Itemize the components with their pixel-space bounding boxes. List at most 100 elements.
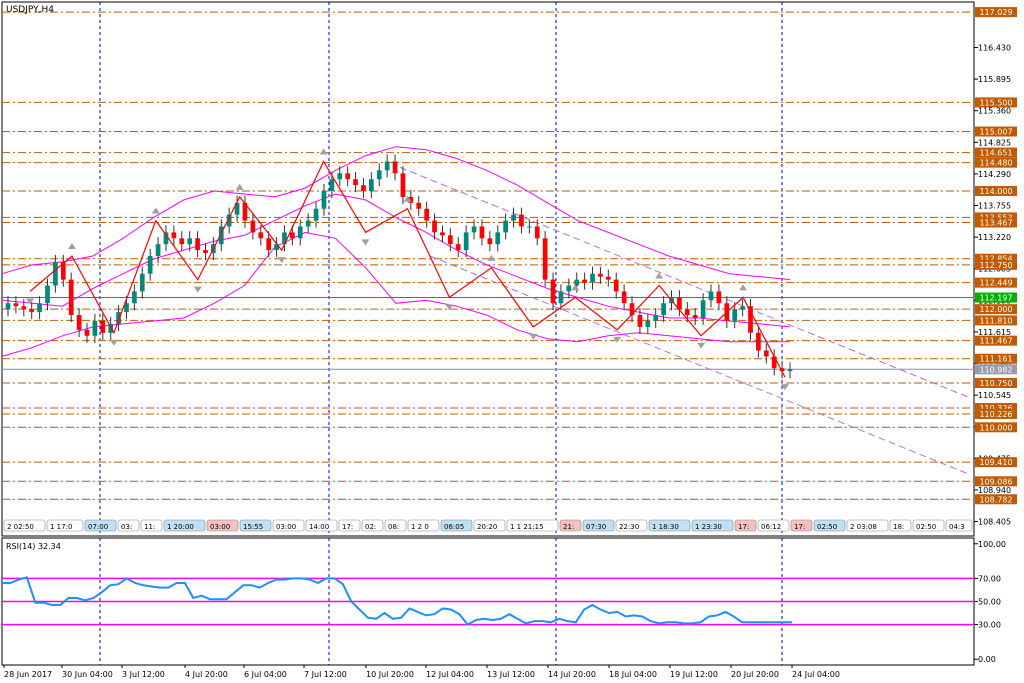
- bear-candle: [550, 279, 556, 304]
- level-label: 114.000: [979, 187, 1012, 196]
- bull-candle: [700, 300, 706, 319]
- bull-candle: [732, 309, 738, 321]
- time-strip-label: 03:: [121, 523, 132, 531]
- bear-candle: [432, 220, 437, 233]
- bull-candle: [5, 303, 11, 310]
- bull-candle: [526, 226, 532, 228]
- time-axis-label: 14 Jul 20:00: [548, 670, 596, 679]
- bear-candle: [771, 356, 777, 369]
- price-axis-label: 114.825: [978, 138, 1011, 147]
- current-price-label: 110.982: [979, 365, 1012, 374]
- time-axis-label: 18 Jul 04:00: [609, 670, 657, 679]
- time-strip-label: 06:05: [444, 523, 464, 531]
- level-label: 108.782: [979, 495, 1012, 504]
- time-axis-label: 6 Jul 04:00: [244, 670, 287, 679]
- rsi-axis-label: 70.00: [978, 574, 1001, 583]
- bull-candle: [108, 323, 114, 333]
- time-strip-label: 17:: [342, 523, 353, 531]
- bull-candle: [155, 244, 161, 257]
- bull-candle: [471, 226, 477, 233]
- time-axis-label: 7 Jul 12:00: [304, 670, 347, 679]
- bear-candle: [171, 232, 177, 239]
- price-axis-label: 111.615: [978, 328, 1011, 337]
- level-label: 110.226: [979, 410, 1012, 419]
- level-label: 111.467: [979, 337, 1012, 346]
- bull-candle: [297, 226, 303, 239]
- bear-candle: [605, 276, 611, 280]
- time-strip-label: 03:00: [210, 523, 230, 531]
- level-label: 112.000: [979, 305, 1012, 314]
- bear-candle: [582, 279, 587, 283]
- level-label: 111.810: [979, 316, 1012, 325]
- time-strip-label: 20:20: [477, 523, 497, 531]
- bull-candle: [116, 312, 121, 324]
- time-axis-label: 3 Jul 12:00: [122, 670, 165, 679]
- bear-candle: [455, 244, 461, 251]
- level-label: 112.449: [979, 279, 1012, 288]
- bear-candle: [440, 232, 445, 236]
- bull-candle: [37, 303, 42, 313]
- bear-candle: [613, 279, 619, 292]
- bull-candle: [384, 161, 390, 171]
- level-label: 115.500: [979, 98, 1012, 107]
- bear-candle: [424, 208, 429, 221]
- time-strip-label: 17:: [738, 523, 749, 531]
- bear-candle: [29, 309, 35, 313]
- bear-candle: [637, 315, 643, 327]
- bear-candle: [692, 315, 698, 319]
- level-label: 117.029: [979, 8, 1012, 17]
- rsi-axis-label: 30.00: [978, 621, 1001, 630]
- time-strip-label: 02:: [365, 523, 376, 531]
- time-axis-label: 10 Jul 20:00: [366, 670, 414, 679]
- time-strip-label: 21:: [563, 523, 574, 531]
- bear-candle: [447, 235, 453, 245]
- bear-candle: [290, 232, 295, 239]
- bull-candle: [305, 220, 311, 227]
- bear-candle: [361, 185, 366, 192]
- time-strip-label: 17:: [794, 523, 805, 531]
- time-strip-label: 1 2 0: [411, 523, 429, 531]
- time-strip-label: 02:50: [817, 523, 837, 531]
- bear-candle: [68, 279, 74, 316]
- bull-candle: [566, 285, 572, 292]
- rsi-axis-label: 0.00: [978, 655, 996, 664]
- bull-candle: [132, 291, 137, 304]
- price-panel[interactable]: [1, 1, 975, 537]
- bear-candle: [203, 250, 208, 254]
- bull-candle: [187, 238, 193, 245]
- bear-candle: [13, 303, 19, 307]
- bull-candle: [511, 214, 516, 221]
- bear-candle: [392, 161, 398, 174]
- price-axis-label: 108.940: [978, 486, 1011, 495]
- level-label: 114.651: [979, 149, 1012, 158]
- level-label: 110.000: [979, 423, 1012, 432]
- level-label: 109.410: [979, 458, 1012, 467]
- price-axis-label: 114.290: [978, 170, 1011, 179]
- bear-candle: [598, 273, 603, 277]
- bull-candle: [495, 232, 501, 245]
- time-strip-label: 18:: [893, 523, 904, 531]
- bear-candle: [621, 291, 627, 304]
- bear-candle: [542, 238, 548, 280]
- time-axis-label: 30 Jun 04:00: [62, 670, 113, 679]
- bear-candle: [21, 306, 27, 310]
- bull-candle: [787, 369, 793, 372]
- chart-symbol-title: USDJPY,H4: [6, 5, 54, 15]
- bull-candle: [590, 273, 595, 283]
- bull-candle: [282, 232, 287, 245]
- time-axis-label: 28 Jun 2017: [4, 670, 52, 679]
- time-axis-label: 4 Jul 20:00: [185, 670, 228, 679]
- level-label: 112.750: [979, 261, 1012, 270]
- chart-window[interactable]: 116.430 115.895 115.360 114.825 114.290 113.7…: [0, 0, 1024, 683]
- bull-candle: [645, 320, 651, 327]
- bear-candle: [84, 329, 90, 336]
- price-axis-label: 108.405: [978, 518, 1011, 527]
- bear-candle: [179, 238, 185, 245]
- bear-candle: [763, 350, 769, 357]
- bull-candle: [369, 179, 374, 192]
- time-strip-label: 22:30: [619, 523, 639, 531]
- bear-candle: [716, 291, 722, 304]
- price-axis-label: 110.545: [978, 391, 1011, 400]
- bull-candle: [558, 291, 564, 304]
- bear-candle: [487, 238, 493, 245]
